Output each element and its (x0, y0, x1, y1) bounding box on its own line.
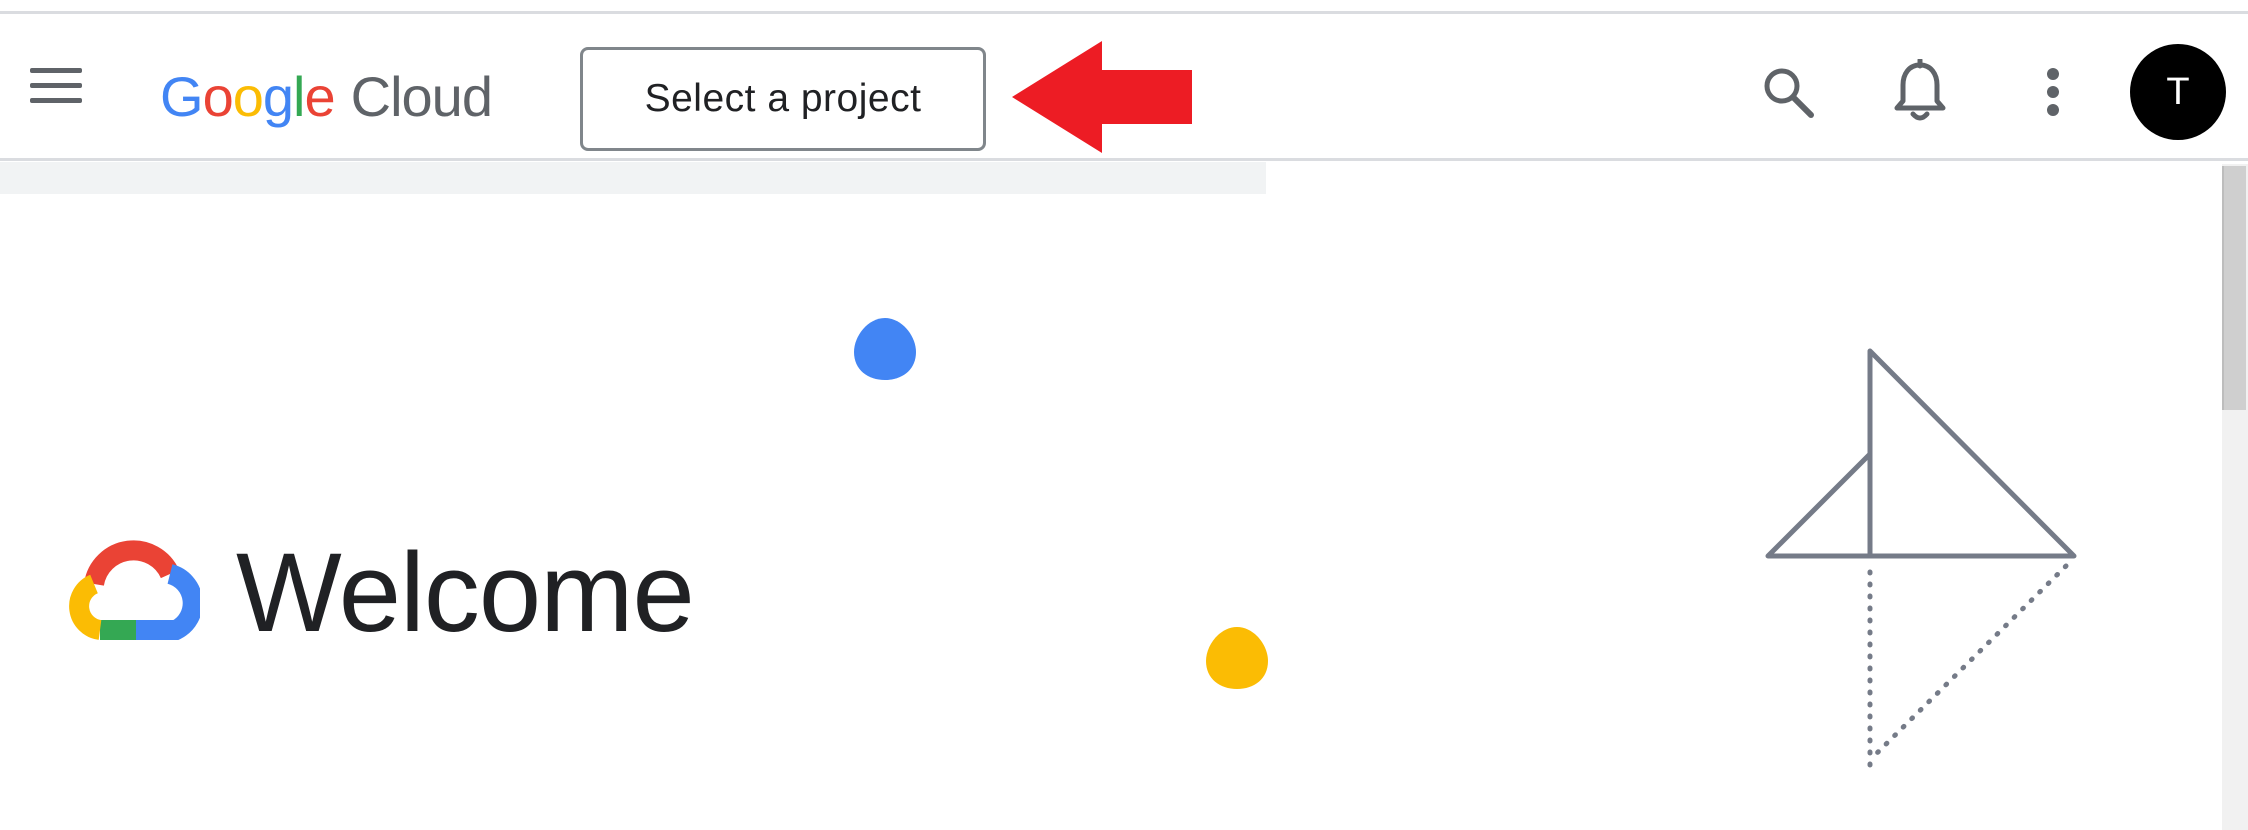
logo-letter-o1: o (202, 64, 234, 128)
account-avatar[interactable]: T (2130, 44, 2226, 140)
yellow-blob-decoration (1206, 627, 1268, 689)
red-arrow-icon (1012, 41, 1192, 153)
paper-plane-illustration (1765, 348, 2077, 769)
notifications-button[interactable] (1880, 52, 1960, 132)
logo-letter-e: e (304, 64, 335, 128)
google-cloud-logo[interactable]: Google Cloud (160, 56, 493, 136)
logo-letter-l: l (293, 64, 305, 128)
hamburger-menu-icon-line-3 (30, 98, 82, 103)
scrollbar-thumb[interactable] (2222, 166, 2246, 410)
page: Google Cloud Select a project T Welcome (0, 0, 2248, 830)
hamburger-menu-icon-line-1 (30, 68, 82, 73)
hamburger-menu-icon-line-2 (30, 83, 82, 88)
top-bar: Google Cloud Select a project T (0, 14, 2248, 161)
search-button[interactable] (1748, 52, 1828, 132)
logo-letter-g2: g (262, 64, 294, 128)
more-vert-icon (2047, 68, 2059, 116)
welcome-title: Welcome (236, 529, 695, 655)
welcome-section: Welcome (66, 522, 695, 662)
logo-word-cloud: Cloud (350, 64, 493, 128)
select-project-button[interactable]: Select a project (580, 47, 986, 151)
blue-blob-decoration (854, 318, 916, 380)
search-icon (1764, 68, 1814, 118)
logo-letter-g: G (160, 64, 204, 128)
page-header-strip (0, 162, 1266, 194)
logo-letter-o2: o (232, 64, 264, 128)
main-menu-button[interactable] (26, 64, 86, 108)
more-options-button[interactable] (2013, 52, 2093, 132)
google-cloud-logo-icon (69, 540, 200, 640)
bell-icon (1894, 59, 1946, 121)
